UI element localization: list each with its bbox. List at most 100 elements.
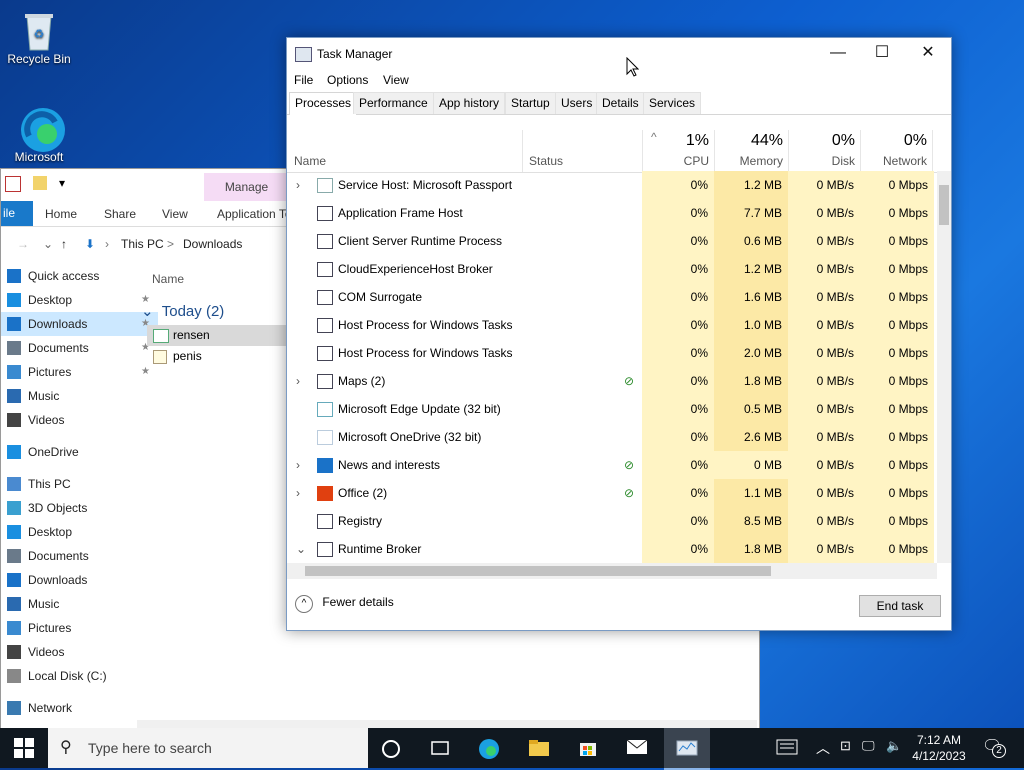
- chevron-down-icon[interactable]: ⌄: [43, 237, 53, 251]
- tab-performance[interactable]: Performance: [353, 92, 434, 114]
- fewer-details-button[interactable]: ^ Fewer details: [295, 595, 394, 613]
- process-row[interactable]: › Office (2) ⊘ 0% 1.1 MB 0 MB/s 0 Mbps: [287, 479, 937, 507]
- process-row[interactable]: Microsoft Edge Update (32 bit) 0% 0.5 MB 0 …: [287, 395, 937, 423]
- chevron-right-icon[interactable]: ›: [296, 479, 300, 507]
- share-tab[interactable]: Share: [104, 207, 136, 221]
- nav-item[interactable]: This PC: [1, 472, 158, 496]
- file-explorer-taskbar-icon[interactable]: [528, 738, 549, 758]
- close-button[interactable]: ✕: [905, 38, 951, 68]
- network-icon[interactable]: 🖵: [862, 738, 882, 758]
- column-name-header[interactable]: Name: [152, 272, 184, 286]
- device-icon[interactable]: ⊡: [840, 738, 860, 758]
- nav-item[interactable]: OneDrive: [1, 440, 158, 464]
- nav-item[interactable]: Documents ★: [1, 336, 158, 360]
- start-button[interactable]: [0, 728, 48, 768]
- volume-muted-icon[interactable]: 🔈: [886, 738, 906, 758]
- tab-details[interactable]: Details: [596, 92, 645, 114]
- scrollbar-thumb[interactable]: [939, 185, 949, 225]
- nav-item[interactable]: 3D Objects: [1, 496, 158, 520]
- manage-tab[interactable]: Manage: [204, 173, 289, 201]
- nav-item[interactable]: Music: [1, 384, 158, 408]
- process-row[interactable]: CloudExperienceHost Broker 0% 1.2 MB 0 MB/s…: [287, 255, 937, 283]
- tab-processes[interactable]: Processes: [289, 92, 358, 115]
- nav-item[interactable]: Videos: [1, 640, 158, 664]
- column-network[interactable]: 0% Network: [860, 130, 933, 172]
- chevron-right-icon[interactable]: ›: [296, 367, 300, 395]
- column-disk[interactable]: 0% Disk: [788, 130, 861, 172]
- horizontal-scrollbar[interactable]: [287, 563, 937, 579]
- chevron-right-icon[interactable]: ›: [296, 171, 300, 199]
- cortana-icon[interactable]: [382, 740, 400, 758]
- nav-item[interactable]: Desktop: [1, 520, 158, 544]
- nav-item[interactable]: Music: [1, 592, 158, 616]
- nav-item[interactable]: Quick access: [1, 264, 158, 288]
- recycle-bin-icon[interactable]: ♻ Recycle Bin: [1, 8, 77, 66]
- menu-file[interactable]: File: [294, 73, 313, 87]
- column-name[interactable]: Name: [287, 130, 521, 172]
- process-row[interactable]: Microsoft OneDrive (32 bit) 0% 2.6 MB 0 MB/…: [287, 423, 937, 451]
- new-folder-icon[interactable]: [33, 176, 47, 190]
- process-row[interactable]: › Maps (2) ⊘ 0% 1.8 MB 0 MB/s 0 Mbps: [287, 367, 937, 395]
- notification-button[interactable]: 🗨 2: [982, 736, 1006, 760]
- vertical-scrollbar[interactable]: [937, 171, 951, 563]
- chevron-right-icon[interactable]: ›: [296, 451, 300, 479]
- nav-item[interactable]: Downloads: [1, 568, 158, 592]
- chevron-down-icon[interactable]: ⌄: [296, 535, 306, 563]
- task-manager-taskbar-icon[interactable]: [664, 728, 710, 770]
- home-tab[interactable]: Home: [45, 207, 77, 221]
- process-row[interactable]: Application Frame Host 0% 7.7 MB 0 MB/s 0 Mb…: [287, 199, 937, 227]
- group-header[interactable]: ⌄ Today (2): [141, 302, 224, 320]
- column-cpu[interactable]: ^ 1% CPU: [642, 130, 715, 172]
- forward-icon[interactable]: →: [17, 237, 29, 251]
- nav-item[interactable]: Local Disk (C:): [1, 664, 158, 688]
- menu-options[interactable]: Options: [327, 73, 368, 87]
- scrollbar-thumb[interactable]: [305, 566, 771, 576]
- process-row[interactable]: › News and interests ⊘ 0% 0 MB 0 MB/s 0 Mbps: [287, 451, 937, 479]
- properties-icon[interactable]: [5, 176, 21, 192]
- chevron-down-icon[interactable]: ▾: [59, 176, 65, 192]
- process-row[interactable]: Registry 0% 8.5 MB 0 MB/s 0 Mbps: [287, 507, 937, 535]
- tab-startup[interactable]: Startup: [505, 92, 556, 114]
- nav-item[interactable]: Desktop ★: [1, 288, 158, 312]
- store-taskbar-icon[interactable]: [578, 738, 598, 758]
- mail-taskbar-icon[interactable]: [626, 738, 648, 758]
- column-memory[interactable]: 44% Memory: [714, 130, 789, 172]
- process-row[interactable]: Client Server Runtime Process 0% 0.6 MB 0 M…: [287, 227, 937, 255]
- nav-item[interactable]: Pictures ★: [1, 360, 158, 384]
- tab-users[interactable]: Users: [555, 92, 599, 114]
- process-row[interactable]: COM Surrogate 0% 1.6 MB 0 MB/s 0 Mbps: [287, 283, 937, 311]
- taskbar-search-box[interactable]: ⚲ Type here to search: [48, 728, 368, 768]
- edge-desktop-icon[interactable]: Microsoft: [1, 106, 77, 164]
- list-item[interactable]: penis: [147, 346, 297, 367]
- task-manager-titlebar[interactable]: Task Manager — ☐ ✕: [287, 38, 951, 70]
- column-power[interactable]: P: [932, 130, 941, 172]
- edge-taskbar-icon[interactable]: [478, 738, 499, 759]
- tab-app-history[interactable]: App history: [433, 92, 506, 114]
- nav-item[interactable]: Downloads ★: [1, 312, 158, 336]
- news-icon[interactable]: [776, 738, 798, 758]
- process-row[interactable]: Host Process for Windows Tasks 0% 2.0 MB 0 …: [287, 339, 937, 367]
- chevron-up-icon[interactable]: ︿: [816, 738, 836, 758]
- breadcrumb-this-pc[interactable]: This PC: [121, 237, 164, 251]
- process-row[interactable]: Host Process for Windows Tasks 0% 1.0 MB 0 …: [287, 311, 937, 339]
- minimize-button[interactable]: —: [815, 38, 861, 68]
- view-tab[interactable]: View: [162, 207, 188, 221]
- process-row[interactable]: ⌄ Runtime Broker 0% 1.8 MB 0 MB/s 0 Mbps: [287, 535, 937, 563]
- up-arrow-icon[interactable]: ↑: [61, 237, 67, 251]
- maximize-button[interactable]: ☐: [859, 38, 905, 68]
- task-view-icon[interactable]: [430, 738, 450, 758]
- nav-item[interactable]: Network: [1, 696, 158, 720]
- nav-item[interactable]: Videos: [1, 408, 158, 432]
- file-tab[interactable]: ile: [1, 201, 33, 226]
- nav-item[interactable]: Pictures: [1, 616, 158, 640]
- end-task-button[interactable]: End task: [859, 595, 941, 617]
- menu-view[interactable]: View: [383, 73, 409, 87]
- tab-services[interactable]: Services: [643, 92, 702, 114]
- clock[interactable]: 7:12 AM 4/12/2023: [908, 732, 970, 764]
- column-status[interactable]: Status: [522, 130, 643, 172]
- breadcrumb-downloads[interactable]: Downloads: [183, 237, 242, 251]
- list-item[interactable]: rensen: [147, 325, 297, 346]
- nav-item[interactable]: Documents: [1, 544, 158, 568]
- process-row[interactable]: › Service Host: Microsoft Passport 0% 1.2 M…: [287, 171, 937, 199]
- application-tools-tab[interactable]: Application To: [217, 207, 292, 221]
